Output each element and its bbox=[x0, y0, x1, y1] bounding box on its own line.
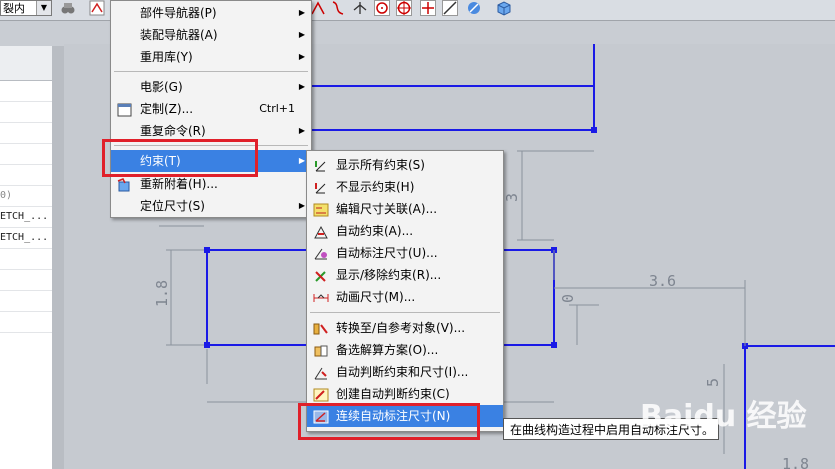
dim-label[interactable]: 1.8 bbox=[153, 280, 171, 307]
navigator-row[interactable]: ETCH_... bbox=[0, 207, 52, 228]
arc-icon[interactable] bbox=[310, 0, 326, 16]
submenu-item-show-remove-constraints[interactable]: 显示/移除约束(R)... bbox=[307, 264, 503, 286]
submenu-item-alternate-solution[interactable]: 备选解算方案(O)... bbox=[307, 339, 503, 361]
menu-item-reuse-library[interactable]: 重用库(Y) ▶ bbox=[111, 46, 311, 68]
callout-box-constraints bbox=[102, 139, 258, 177]
part-navigator-panel: 0) ETCH_... ETCH_... bbox=[0, 46, 53, 469]
panel-resize-handle[interactable] bbox=[52, 46, 64, 469]
submenu-arrow-icon: ▶ bbox=[298, 30, 305, 39]
menu-item-part-navigator[interactable]: 部件导航器(P) ▶ bbox=[111, 2, 311, 24]
submenu-arrow-icon: ▶ bbox=[298, 82, 305, 91]
curve-icon[interactable] bbox=[466, 0, 482, 16]
point-icon[interactable] bbox=[352, 0, 368, 16]
navigator-header bbox=[0, 46, 52, 81]
sketch-profile-top bbox=[310, 44, 595, 131]
submenu-item-convert-reference[interactable]: 转换至/自参考对象(V)... bbox=[307, 317, 503, 339]
menu-separator bbox=[114, 71, 308, 72]
navigator-row[interactable]: 0) bbox=[0, 186, 52, 207]
auto-dimension-icon bbox=[313, 246, 329, 260]
submenu-arrow-icon: ▶ bbox=[298, 8, 305, 17]
navigator-row[interactable] bbox=[0, 81, 52, 102]
constraints-submenu: 显示所有约束(S) 不显示约束(H) 编辑尺寸关联(A)... 自动约束(A).… bbox=[306, 150, 504, 432]
view-dropdown-value: 裂内 bbox=[3, 2, 25, 15]
fillet-icon[interactable] bbox=[330, 0, 346, 16]
alternate-solution-icon bbox=[313, 343, 329, 357]
show-constraints-icon bbox=[313, 158, 329, 172]
submenu-item-hide-constraints[interactable]: 不显示约束(H) bbox=[307, 176, 503, 198]
dim-label[interactable]: 0 bbox=[559, 294, 577, 303]
binoculars-icon[interactable] bbox=[60, 0, 76, 16]
cross-icon[interactable] bbox=[420, 0, 436, 16]
menu-item-positioning-dims[interactable]: 定位尺寸(S) ▶ bbox=[111, 195, 311, 217]
reattach-icon bbox=[117, 177, 133, 192]
menu-separator bbox=[310, 312, 500, 313]
menu-item-movie[interactable]: 电影(G) ▶ bbox=[111, 76, 311, 98]
navigator-row[interactable] bbox=[0, 123, 52, 144]
dim-label[interactable]: 3.6 bbox=[649, 272, 676, 290]
submenu-item-create-inferred-constraint[interactable]: 创建自动判断约束(C) bbox=[307, 383, 503, 405]
navigator-row[interactable]: ETCH_... bbox=[0, 228, 52, 249]
navigator-row[interactable] bbox=[0, 165, 52, 186]
edit-dimension-icon bbox=[313, 202, 329, 217]
submenu-arrow-icon: ▶ bbox=[298, 126, 305, 135]
chevron-down-icon[interactable]: ▼ bbox=[36, 1, 51, 15]
dim-label[interactable]: 1.8 bbox=[782, 455, 809, 469]
watermark-logo: Baidu 经验 bbox=[640, 399, 807, 434]
submenu-arrow-icon: ▶ bbox=[298, 201, 305, 210]
navigator-row[interactable] bbox=[0, 249, 52, 270]
callout-box-continuous-dimension bbox=[298, 403, 480, 440]
navigator-row[interactable] bbox=[0, 270, 52, 291]
circle-cross-icon[interactable] bbox=[396, 0, 412, 16]
submenu-item-auto-dimension[interactable]: 自动标注尺寸(U)... bbox=[307, 242, 503, 264]
navigator-row[interactable] bbox=[0, 144, 52, 165]
tools-menu: 部件导航器(P) ▶ 装配导航器(A) ▶ 重用库(Y) ▶ 电影(G) ▶ 定制(Z)… bbox=[110, 0, 312, 218]
submenu-arrow-icon: ▶ bbox=[298, 52, 305, 61]
menu-item-assembly-navigator[interactable]: 装配导航器(A) ▶ bbox=[111, 24, 311, 46]
remove-constraints-icon bbox=[313, 268, 329, 282]
animate-dimension-icon bbox=[313, 290, 329, 304]
line-icon[interactable] bbox=[442, 0, 458, 16]
constraint-toolbar-icon[interactable] bbox=[89, 0, 105, 16]
navigator-row[interactable] bbox=[0, 291, 52, 312]
box-icon[interactable] bbox=[496, 0, 512, 16]
create-constraint-icon bbox=[313, 387, 329, 402]
navigator-row[interactable] bbox=[0, 312, 52, 333]
submenu-item-auto-constrain[interactable]: 自动约束(A)... bbox=[307, 220, 503, 242]
submenu-item-inferred-constraints[interactable]: 自动判断约束和尺寸(I)... bbox=[307, 361, 503, 383]
dim-label[interactable]: 5 bbox=[704, 378, 722, 387]
submenu-item-show-all-constraints[interactable]: 显示所有约束(S) bbox=[307, 154, 503, 176]
menu-item-customize[interactable]: 定制(Z)... Ctrl+1 bbox=[111, 98, 311, 120]
submenu-arrow-icon: ▶ bbox=[298, 156, 305, 165]
dim-label[interactable]: 3 bbox=[503, 193, 521, 202]
convert-reference-icon bbox=[313, 321, 329, 335]
customize-icon bbox=[117, 102, 133, 117]
circle-icon[interactable] bbox=[374, 0, 390, 16]
inferred-constraints-icon bbox=[313, 365, 329, 380]
hide-constraints-icon bbox=[313, 180, 329, 194]
auto-constrain-icon bbox=[313, 224, 329, 239]
navigator-row[interactable] bbox=[0, 102, 52, 123]
submenu-item-animate-dimension[interactable]: 动画尺寸(M)... bbox=[307, 286, 503, 308]
submenu-item-edit-dimension-association[interactable]: 编辑尺寸关联(A)... bbox=[307, 198, 503, 220]
view-dropdown[interactable]: 裂内 ▼ bbox=[0, 0, 52, 16]
